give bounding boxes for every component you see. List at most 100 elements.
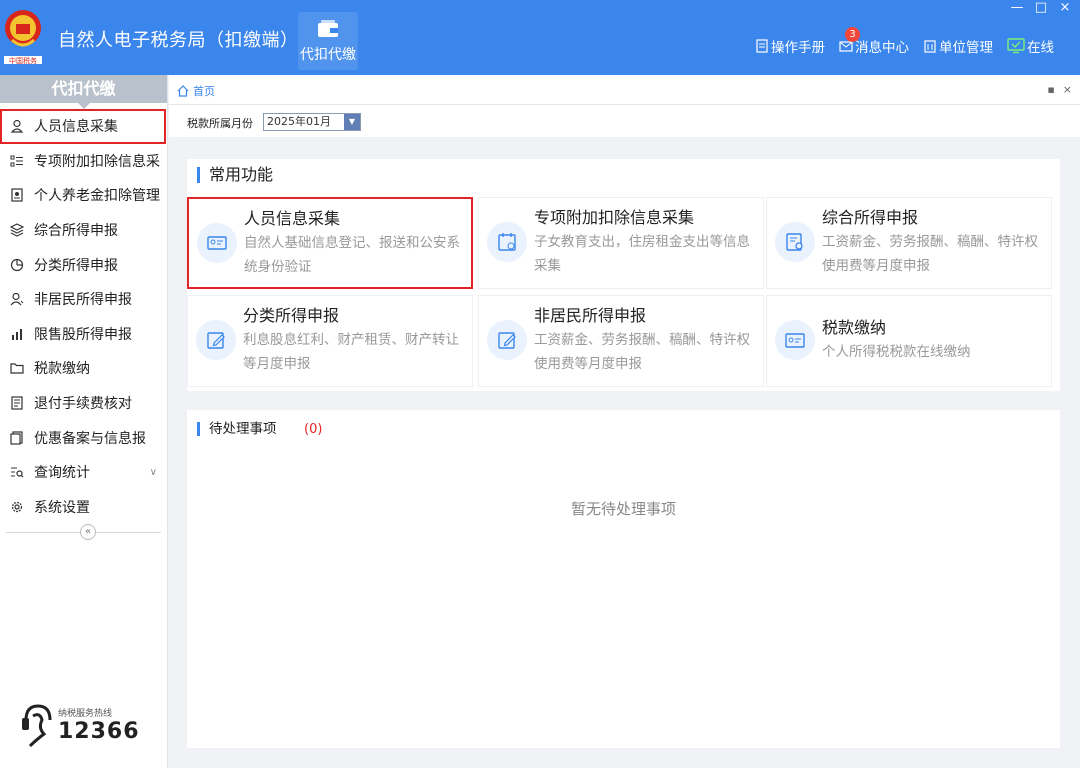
common-functions-title: 常用功能 (197, 167, 273, 183)
card-title: 税款缴纳 (822, 318, 887, 337)
calendar-tax-icon (498, 233, 516, 251)
common-functions-panel: 常用功能 人员信息采集 自然人基础信息登记、报送和公安系统身份验证 专项附加扣除… (187, 159, 1060, 391)
card-icon-badge (487, 320, 527, 360)
card-icon-badge (196, 320, 236, 360)
module-button-withholding[interactable]: 代扣代缴 (298, 12, 358, 70)
sidebar-item-fee-refund[interactable]: 退付手续费核对 (0, 386, 167, 421)
unit-management-link[interactable]: 单位管理 (923, 36, 993, 56)
search-list-icon (11, 467, 24, 478)
tax-month-select[interactable]: 2025年01月 ▼ (263, 113, 361, 131)
tab-controls: ▪ × (1047, 83, 1072, 96)
sidebar-item-label: 综合所得申报 (34, 223, 118, 240)
card-title: 专项附加扣除信息采集 (534, 208, 695, 227)
card-icon-badge (197, 223, 237, 263)
card-description: 工资薪金、劳务报酬、稿酬、特许权使用费等月度申报 (534, 332, 750, 372)
message-center-label: 消息中心 (855, 40, 909, 56)
online-status-label: 在线 (1027, 40, 1054, 56)
unit-management-label: 单位管理 (939, 40, 993, 56)
pending-items-panel: 待处理事项 (0) 暂无待处理事项 (187, 410, 1060, 748)
card-nonresident-income[interactable]: 非居民所得申报 工资薪金、劳务报酬、稿酬、特许权使用费等月度申报 (478, 295, 764, 387)
card-description: 利息股息红利、财产租赁、财产转让等月度申报 (243, 332, 459, 372)
app-title: 自然人电子税务局（扣缴端） (58, 30, 299, 51)
restore-tab-button[interactable]: ▪ (1047, 83, 1054, 96)
card-categorized-income[interactable]: 分类所得申报 利息股息红利、财产租赁、财产转让等月度申报 (187, 295, 473, 387)
sidebar-header: 代扣代缴 (0, 75, 167, 109)
sidebar-item-label: 优惠备案与信息报 (34, 430, 146, 447)
card-icon-badge (775, 222, 815, 262)
sidebar-item-special-deduction[interactable]: 专项附加扣除信息采 (0, 144, 167, 179)
message-center-link[interactable]: 3 消息中心 (839, 27, 909, 56)
sidebar-nav: 人员信息采集 专项附加扣除信息采 个人养老金扣除管理 综合所得申报 分类所得申报… (0, 109, 167, 524)
tab-home-label: 首页 (193, 85, 215, 98)
chevron-down-icon: ∨ (149, 466, 157, 478)
tax-month-label: 税款所属月份 (187, 117, 253, 130)
online-status: 在线 (1007, 36, 1054, 56)
hotline-block: 纳税服务热线 12366 (18, 702, 140, 748)
layers-icon (10, 223, 24, 237)
document-icon (10, 431, 23, 445)
sidebar-item-comprehensive-income[interactable]: 综合所得申报 (0, 213, 167, 248)
card-special-deduction[interactable]: 专项附加扣除信息采集 子女教育支出，住房租金支出等信息采集 (478, 197, 764, 289)
monitor-check-icon (1007, 38, 1025, 54)
sidebar-item-system-settings[interactable]: 系统设置 (0, 490, 167, 525)
sidebar-item-nonresident[interactable]: 非居民所得申报 (0, 282, 167, 317)
card-title: 人员信息采集 (244, 209, 341, 228)
card-description: 工资薪金、劳务报酬、稿酬、特许权使用费等月度申报 (822, 234, 1038, 274)
sidebar-item-restricted-shares[interactable]: 限售股所得申报 (0, 317, 167, 352)
id-card-icon (207, 236, 227, 250)
card-icon-badge (487, 222, 527, 262)
close-button[interactable]: × (1058, 0, 1072, 16)
manual-icon (756, 39, 768, 53)
filter-bar: 税款所属月份 2025年01月 ▼ (169, 105, 1080, 137)
edit-icon (498, 332, 516, 349)
sidebar-item-label: 退付手续费核对 (34, 396, 132, 413)
card-icon-badge (775, 320, 815, 360)
tax-payment-icon (785, 333, 805, 348)
form-search-icon (786, 233, 803, 251)
minimize-button[interactable]: — (1010, 0, 1024, 16)
pending-count: (0) (304, 422, 323, 437)
nonresident-icon (10, 293, 24, 306)
wallet-icon (318, 20, 338, 37)
sidebar-item-label: 专项附加扣除信息采 (34, 153, 160, 170)
card-comprehensive-income[interactable]: 综合所得申报 工资薪金、劳务报酬、稿酬、特许权使用费等月度申报 (766, 197, 1052, 289)
collapse-sidebar-button[interactable]: « (80, 524, 96, 541)
card-title: 分类所得申报 (243, 306, 340, 325)
folder-icon (10, 363, 24, 375)
building-icon (924, 40, 936, 53)
dropdown-arrow-icon[interactable]: ▼ (344, 114, 360, 130)
card-personnel-info[interactable]: 人员信息采集 自然人基础信息登记、报送和公安系统身份验证 (187, 197, 473, 289)
card-tax-payment[interactable]: 税款缴纳 个人所得税税款在线缴纳 (766, 295, 1052, 387)
tab-home[interactable]: 首页 (177, 83, 215, 99)
sidebar: 代扣代缴 人员信息采集 专项附加扣除信息采 个人养老金扣除管理 综合所得申报 分… (0, 75, 168, 768)
sidebar-item-query-statistics[interactable]: 查询统计 ∨ (0, 455, 167, 490)
pie-icon (10, 258, 24, 271)
sidebar-item-preferential-filing[interactable]: 优惠备案与信息报 (0, 420, 167, 455)
sidebar-item-label: 系统设置 (34, 499, 90, 516)
sidebar-item-label: 限售股所得申报 (34, 326, 132, 343)
tax-emblem-logo: 中国税务 (4, 10, 42, 65)
receipt-icon (11, 396, 23, 410)
manual-link[interactable]: 操作手册 (755, 36, 825, 56)
sidebar-item-tax-payment[interactable]: 税款缴纳 (0, 351, 167, 386)
message-count-badge: 3 (845, 27, 860, 42)
maximize-button[interactable]: □ (1034, 0, 1048, 16)
sidebar-item-label: 税款缴纳 (34, 361, 90, 378)
sidebar-item-label: 查询统计 (34, 465, 90, 482)
svg-text:中国税务: 中国税务 (9, 56, 37, 65)
list-icon (10, 155, 23, 167)
close-tab-button[interactable]: × (1063, 83, 1072, 96)
main-content: 首页 ▪ × 税款所属月份 2025年01月 ▼ 常用功能 人员信息采集 自然人… (169, 75, 1080, 768)
sidebar-divider: « (6, 524, 161, 541)
pension-icon (11, 188, 23, 203)
window-controls: — □ × (1010, 0, 1072, 16)
gear-icon (11, 501, 23, 512)
sidebar-item-pension[interactable]: 个人养老金扣除管理 (0, 178, 167, 213)
hotline-number: 12366 (58, 718, 140, 744)
sidebar-item-personnel-info[interactable]: 人员信息采集 (0, 109, 166, 144)
card-description: 个人所得税税款在线缴纳 (822, 344, 971, 360)
sidebar-item-categorized-income[interactable]: 分类所得申报 (0, 247, 167, 282)
edit-icon (207, 332, 225, 349)
sidebar-item-label: 个人养老金扣除管理 (34, 188, 160, 205)
top-links: 操作手册 3 消息中心 单位管理 在线 (755, 27, 1054, 56)
